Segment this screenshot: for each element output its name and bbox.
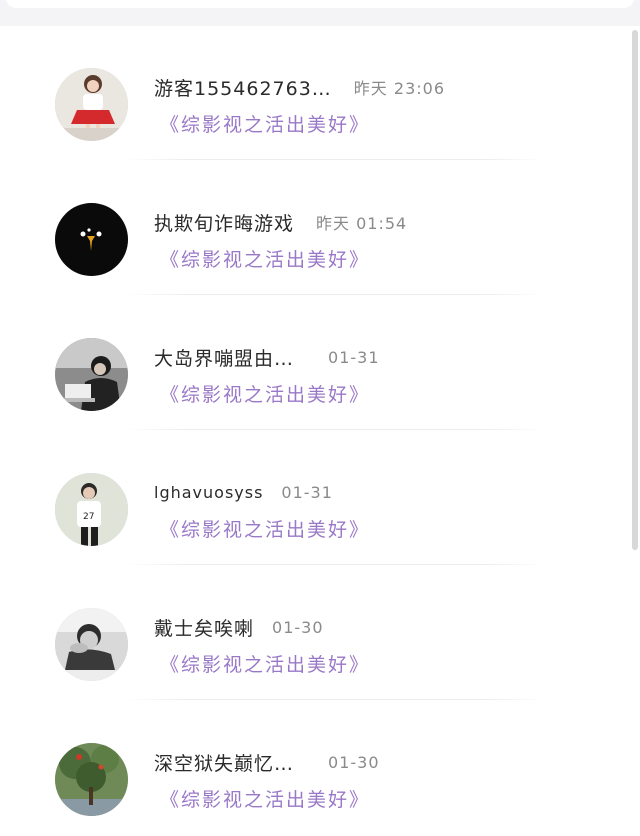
divider xyxy=(125,159,545,160)
svg-text:27: 27 xyxy=(83,512,94,522)
conversation-row[interactable]: 深空狱失巅忆… 01-30 《综影视之活出美好》 xyxy=(0,701,640,836)
avatar[interactable] xyxy=(55,203,128,276)
timestamp: 01-31 xyxy=(328,347,380,367)
top-card xyxy=(6,0,634,8)
name-line: 深空狱失巅忆… 01-30 xyxy=(154,749,380,775)
boy-hand-face-avatar-image xyxy=(55,608,128,681)
divider xyxy=(125,294,545,295)
user-name: 大岛界嘣盟由… xyxy=(154,347,295,370)
scrollbar[interactable] xyxy=(632,30,638,550)
name-line: lghavuosyss 01-31 xyxy=(154,479,333,505)
conversation-row[interactable]: 27 lghavuosyss 01-31 《综影视之活出美好》 xyxy=(0,431,640,566)
conversation-row[interactable]: 执欺旬诈晦游戏 昨天 01:54 《综影视之活出美好》 xyxy=(0,161,640,296)
girl-red-skirt-avatar-image xyxy=(55,68,128,141)
book-title[interactable]: 《综影视之活出美好》 xyxy=(160,380,370,407)
tree-photo-avatar-image xyxy=(55,743,128,816)
book-title[interactable]: 《综影视之活出美好》 xyxy=(160,515,370,542)
top-band xyxy=(0,0,640,26)
user-name: lghavuosyss xyxy=(154,482,264,502)
avatar[interactable] xyxy=(55,338,128,411)
boy-jersey-27-avatar-image: 27 xyxy=(55,473,128,546)
timestamp: 昨天 23:06 xyxy=(353,79,445,98)
divider xyxy=(125,699,545,700)
conversation-row[interactable]: 游客155462763… 昨天 23:06 《综影视之活出美好》 xyxy=(0,26,640,161)
conversation-list: 游客155462763… 昨天 23:06 《综影视之活出美好》 执欺旬诈晦游戏… xyxy=(0,26,640,836)
name-line: 大岛界嘣盟由… 01-31 xyxy=(154,344,380,370)
user-name: 游客155462763… xyxy=(154,77,332,100)
timestamp: 01-30 xyxy=(272,617,324,637)
avatar[interactable] xyxy=(55,608,128,681)
divider xyxy=(125,564,545,565)
avatar[interactable]: 27 xyxy=(55,473,128,546)
timestamp: 01-31 xyxy=(281,482,333,502)
avatar[interactable] xyxy=(55,743,128,816)
name-line: 戴士矣唉喇 01-30 xyxy=(154,614,324,640)
book-title[interactable]: 《综影视之活出美好》 xyxy=(160,245,370,272)
black-creature-avatar-image xyxy=(55,203,128,276)
timestamp: 01-30 xyxy=(328,752,380,772)
book-title[interactable]: 《综影视之活出美好》 xyxy=(160,110,370,137)
conversation-row[interactable]: 戴士矣唉喇 01-30 《综影视之活出美好》 xyxy=(0,566,640,701)
avatar[interactable] xyxy=(55,68,128,141)
book-title[interactable]: 《综影视之活出美好》 xyxy=(160,785,370,812)
timestamp: 昨天 01:54 xyxy=(316,214,408,233)
name-line: 游客155462763… 昨天 23:06 xyxy=(154,74,445,100)
book-title[interactable]: 《综影视之活出美好》 xyxy=(160,650,370,677)
user-name: 深空狱失巅忆… xyxy=(154,752,295,775)
conversation-row[interactable]: 大岛界嘣盟由… 01-31 《综影视之活出美好》 xyxy=(0,296,640,431)
divider xyxy=(125,429,545,430)
man-at-laptop-avatar-image xyxy=(55,338,128,411)
name-line: 执欺旬诈晦游戏 昨天 01:54 xyxy=(154,209,407,235)
user-name: 戴士矣唉喇 xyxy=(154,617,255,640)
user-name: 执欺旬诈晦游戏 xyxy=(154,212,295,235)
